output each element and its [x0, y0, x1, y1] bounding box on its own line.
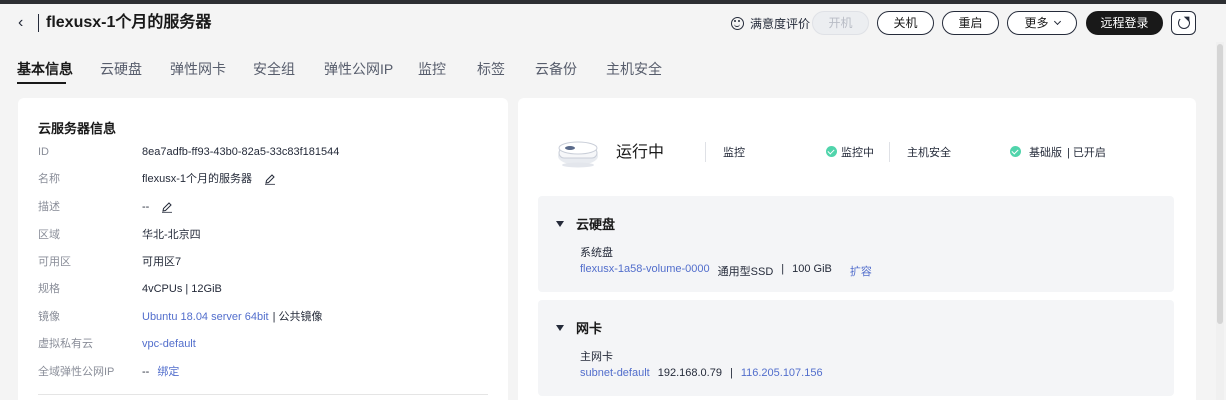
image-link[interactable]: Ubuntu 18.04 server 64bit — [142, 309, 269, 325]
tab-monitor[interactable]: 监控 — [418, 60, 446, 78]
volume-size: 100 GiB — [792, 263, 832, 275]
remote-login-button[interactable]: 远程登录 — [1086, 11, 1163, 35]
scrollbar-thumb[interactable] — [1217, 44, 1223, 324]
server-info-card: 云服务器信息 ID 8ea7adfb-ff93-43b0-82a5-33c83f… — [18, 98, 508, 400]
server-illustration-icon — [558, 141, 598, 168]
refresh-icon — [1178, 17, 1190, 29]
start-button[interactable]: 开机 — [812, 11, 869, 35]
primary-nic-label: 主网卡 — [580, 351, 613, 363]
satisfaction-label: 满意度评价 — [750, 16, 811, 31]
tab-eip[interactable]: 弹性公网IP — [324, 60, 393, 78]
info-value: 8ea7adfb-ff93-43b0-82a5-33c83f181544 — [142, 144, 339, 160]
info-label: 可用区 — [38, 256, 71, 268]
name-value: flexusx-1个月的服务器 — [142, 173, 253, 185]
info-value: 华北-北京四 — [142, 227, 201, 243]
hss-state: | 已开启 — [1067, 147, 1106, 159]
check-circle-icon — [826, 146, 837, 157]
check-circle-icon — [1010, 146, 1021, 157]
section-title: 云服务器信息 — [38, 121, 117, 136]
collapse-caret-icon[interactable] — [556, 221, 564, 227]
info-label: 名称 — [38, 173, 60, 185]
info-value: flexusx-1个月的服务器 — [142, 171, 276, 187]
divider — [38, 394, 488, 395]
info-value: -- — [142, 199, 173, 215]
smile-icon — [731, 16, 744, 30]
expand-link[interactable]: 扩容 — [850, 263, 872, 279]
private-ip: 192.168.0.79 — [657, 367, 722, 379]
info-value: -- 绑定 — [142, 364, 179, 380]
status-card: 运行中 监控 监控中 主机安全 基础版 | 已开启 云硬盘 系统盘 flexus… — [518, 98, 1196, 400]
page-header: ‹ flexusx-1个月的服务器 满意度评价 开机 关机 重启 更多 远程登录 — [0, 4, 1226, 42]
back-arrow-icon[interactable]: ‹ — [18, 13, 34, 33]
info-label: 区域 — [38, 229, 60, 241]
disk-panel: 云硬盘 系统盘 flexusx-1a58-volume-0000 通用型SSD … — [538, 196, 1174, 292]
edit-pencil-icon[interactable] — [161, 201, 173, 213]
divider — [705, 142, 706, 162]
separator: | — [729, 367, 733, 379]
monitor-label: 监控 — [723, 147, 745, 159]
id-value: 8ea7adfb-ff93-43b0-82a5-33c83f181544 — [142, 146, 340, 158]
nic-details: subnet-default 192.168.0.79 | 116.205.10… — [580, 367, 823, 379]
info-label: 虚拟私有云 — [38, 338, 93, 350]
region-value: 华北-北京四 — [142, 229, 201, 241]
tab-basic-info[interactable]: 基本信息 — [17, 60, 73, 78]
subnet-link[interactable]: subnet-default — [580, 367, 650, 379]
az-value: 可用区7 — [142, 256, 182, 268]
public-ip-link[interactable]: 116.205.107.156 — [741, 367, 823, 379]
flavor-value: 4vCPUs | 12GiB — [142, 283, 222, 295]
more-button[interactable]: 更多 — [1007, 11, 1077, 35]
vpc-link[interactable]: vpc-default — [142, 336, 196, 352]
info-label: ID — [38, 146, 49, 158]
tab-host-security[interactable]: 主机安全 — [606, 60, 662, 78]
panel-title: 网卡 — [576, 321, 603, 336]
info-label: 全域弹性公网IP — [38, 366, 115, 378]
reboot-button[interactable]: 重启 — [942, 11, 999, 35]
satisfaction-link[interactable]: 满意度评价 — [731, 14, 810, 32]
info-value: 可用区7 — [142, 254, 181, 270]
bind-link[interactable]: 绑定 — [157, 364, 179, 380]
system-disk-label: 系统盘 — [580, 247, 613, 259]
global-eip-value: -- — [142, 366, 150, 378]
disk-details: flexusx-1a58-volume-0000 通用型SSD | 100 Gi… — [580, 263, 872, 279]
hss-edition-link[interactable]: 基础版 — [1029, 145, 1062, 161]
running-status: 运行中 — [616, 144, 665, 161]
chevron-down-icon — [1053, 17, 1061, 26]
edit-pencil-icon[interactable] — [264, 173, 276, 185]
refresh-button[interactable] — [1171, 11, 1196, 35]
info-value: vpc-default — [142, 336, 196, 352]
separator: | — [781, 263, 785, 275]
info-value: 4vCPUs | 12GiB — [142, 281, 222, 297]
status-summary: 运行中 监控 监控中 主机安全 基础版 | 已开启 — [538, 118, 1174, 188]
monitor-status: 监控中 — [841, 147, 874, 159]
stop-button[interactable]: 关机 — [877, 11, 934, 35]
header-divider — [38, 14, 39, 32]
tab-security-group[interactable]: 安全组 — [253, 60, 295, 78]
active-tab-indicator — [17, 82, 66, 84]
divider — [889, 142, 890, 162]
info-label: 镜像 — [38, 311, 60, 323]
more-label: 更多 — [1024, 16, 1049, 30]
tab-backup[interactable]: 云备份 — [535, 60, 577, 78]
tab-evs[interactable]: 云硬盘 — [100, 60, 142, 78]
collapse-caret-icon[interactable] — [556, 325, 564, 331]
tab-bar: 基本信息 云硬盘 弹性网卡 安全组 弹性公网IP 监控 标签 云备份 主机安全 — [0, 52, 1226, 86]
volume-link[interactable]: flexusx-1a58-volume-0000 — [580, 263, 710, 279]
tab-eni[interactable]: 弹性网卡 — [170, 60, 226, 78]
info-label: 描述 — [38, 201, 60, 213]
panel-title: 云硬盘 — [576, 217, 616, 232]
page-title: flexusx-1个月的服务器 — [46, 14, 212, 31]
description-value: -- — [142, 201, 150, 213]
info-label: 规格 — [38, 283, 60, 295]
nic-panel: 网卡 主网卡 subnet-default 192.168.0.79 | 116… — [538, 300, 1174, 396]
tab-tags[interactable]: 标签 — [477, 60, 505, 78]
host-security-label: 主机安全 — [907, 147, 951, 159]
info-value: Ubuntu 18.04 server 64bit | 公共镜像 — [142, 309, 323, 325]
volume-type: 通用型SSD — [717, 266, 774, 278]
image-suffix: | 公共镜像 — [272, 311, 323, 323]
